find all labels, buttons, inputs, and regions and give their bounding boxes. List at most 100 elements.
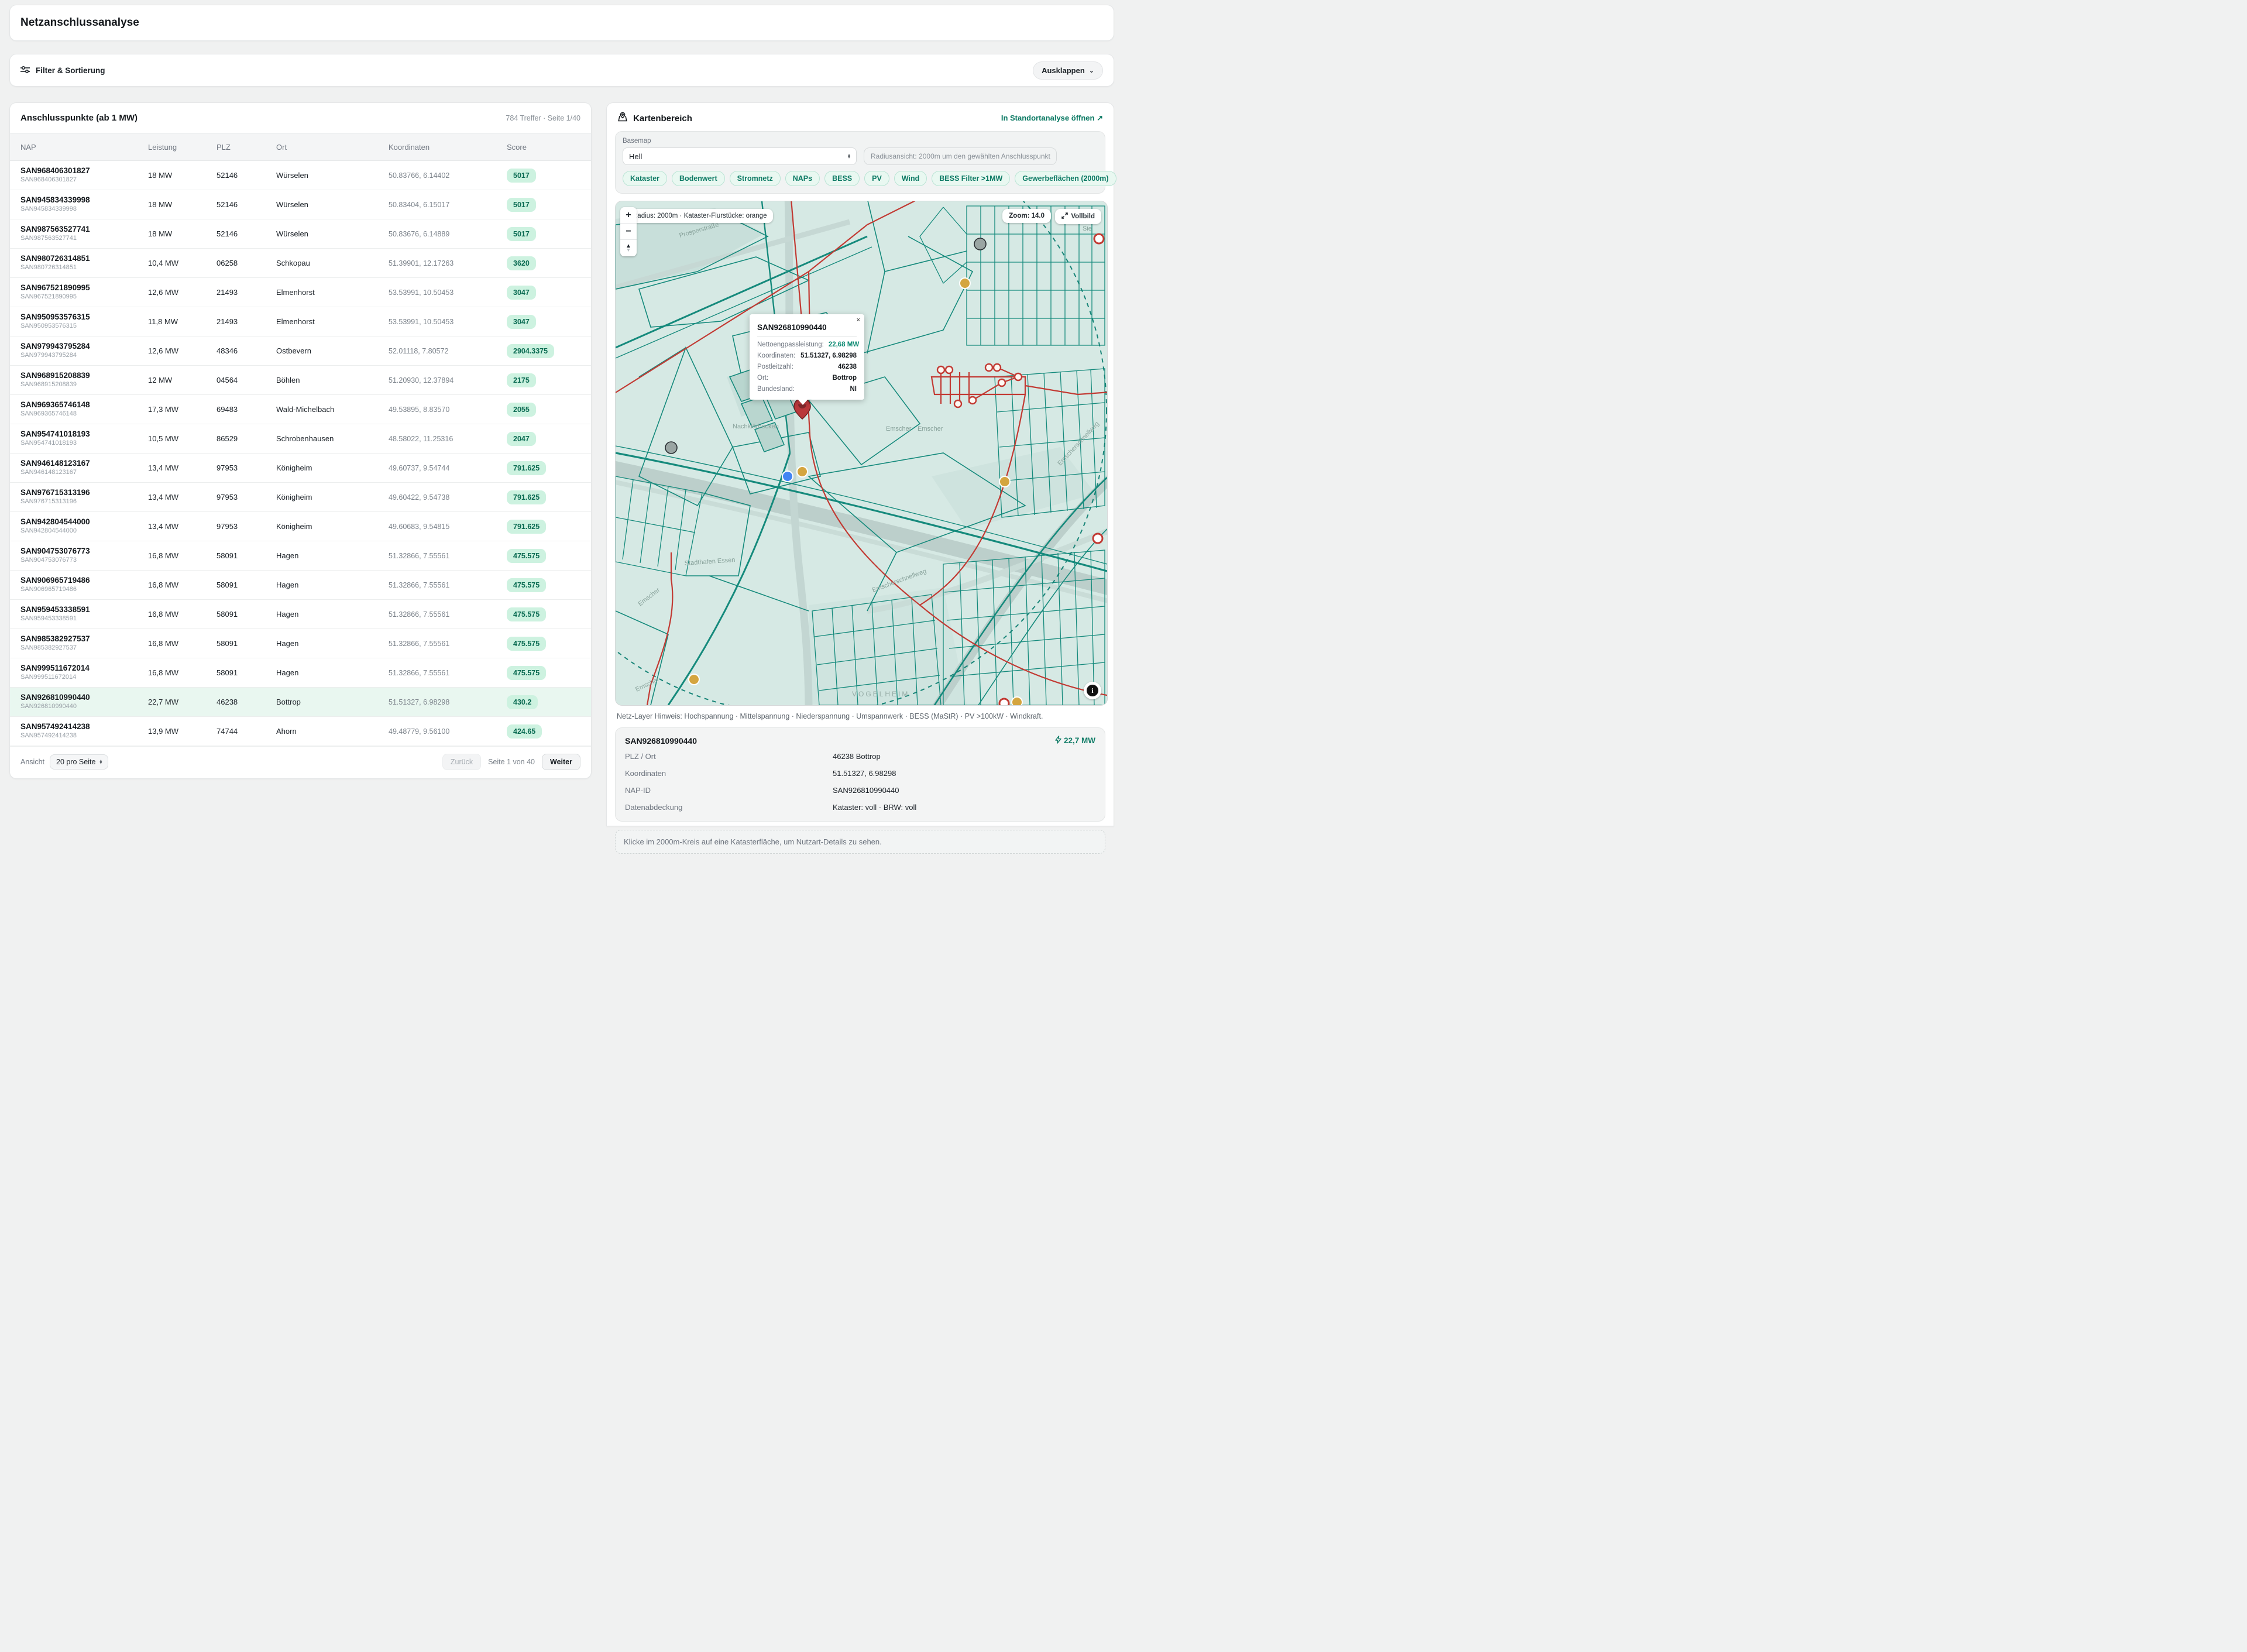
gray-marker[interactable] (665, 442, 677, 454)
table-row[interactable]: SAN926810990440 SAN926810990440 22,7 MW … (10, 688, 591, 717)
page-size-value: 20 pro Seite (56, 758, 95, 766)
nap-sub-id: SAN959453338591 (20, 615, 141, 623)
layer-chip[interactable]: Kataster (623, 171, 667, 186)
popup-row-value: NI (850, 386, 857, 393)
layer-chip[interactable]: Bodenwert (672, 171, 725, 186)
popup-row-label: Nettoengpassleistung: (757, 341, 824, 348)
ringed-marker[interactable] (1094, 234, 1104, 243)
expand-filters-button[interactable]: Ausklappen ⌄ (1033, 61, 1103, 80)
substation-marker[interactable] (985, 364, 992, 371)
basemap-label: Basemap (623, 138, 857, 145)
table-row[interactable]: SAN980726314851 SAN980726314851 10,4 MW … (10, 249, 591, 278)
nap-sub-id: SAN906965719486 (20, 586, 141, 594)
table-row[interactable]: SAN945834339998 SAN945834339998 18 MW 52… (10, 190, 591, 219)
table-row[interactable]: SAN968915208839 SAN968915208839 12 MW 04… (10, 366, 591, 395)
col-score[interactable]: Score (503, 143, 591, 152)
layer-chip[interactable]: Stromnetz (730, 171, 781, 186)
table-row[interactable]: SAN985382927537 SAN985382927537 16,8 MW … (10, 629, 591, 658)
map-compass-button[interactable]: ▲▼ (620, 240, 637, 256)
layer-chip[interactable]: BESS Filter >1MW (932, 171, 1010, 186)
map-attribution-button[interactable]: i (1084, 682, 1101, 699)
next-page-button[interactable]: Weiter (542, 754, 580, 770)
layer-chip[interactable]: BESS (824, 171, 860, 186)
leistung-cell: 16,8 MW (145, 668, 213, 677)
table-row[interactable]: SAN906965719486 SAN906965719486 16,8 MW … (10, 571, 591, 600)
score-badge: 475.575 (507, 607, 546, 621)
map-canvas[interactable]: ProsperstraßeSieNachklärbeckenEmscherEms… (616, 201, 1107, 705)
table-row[interactable]: SAN959453338591 SAN959453338591 16,8 MW … (10, 600, 591, 629)
map[interactable]: ProsperstraßeSieNachklärbeckenEmscherEms… (615, 201, 1108, 706)
layer-chip[interactable]: PV (864, 171, 889, 186)
ort-cell: Würselen (273, 200, 385, 209)
map-zoom-out-button[interactable]: − (620, 224, 637, 240)
substation-marker[interactable] (998, 379, 1005, 386)
table-row[interactable]: SAN954741018193 SAN954741018193 10,5 MW … (10, 424, 591, 454)
ort-cell: Hagen (273, 581, 385, 589)
table-row[interactable]: SAN979943795284 SAN979943795284 12,6 MW … (10, 336, 591, 366)
table-row[interactable]: SAN976715313196 SAN976715313196 13,4 MW … (10, 483, 591, 512)
layer-chip[interactable]: Gewerbeflächen (2000m) (1015, 171, 1116, 186)
anschlusspunkte-panel: Anschlusspunkte (ab 1 MW) 784 Treffer · … (9, 102, 592, 779)
yellow-marker[interactable] (797, 466, 808, 477)
ringed-marker[interactable] (999, 699, 1009, 705)
substation-marker[interactable] (937, 366, 944, 373)
table-row[interactable]: SAN942804544000 SAN942804544000 13,4 MW … (10, 512, 591, 541)
lightning-icon (1055, 736, 1061, 746)
fullscreen-button[interactable]: Vollbild (1055, 209, 1101, 224)
table-row[interactable]: SAN967521890995 SAN967521890995 12,6 MW … (10, 278, 591, 307)
substation-marker[interactable] (994, 364, 1001, 371)
gray-marker[interactable] (974, 238, 986, 250)
leistung-cell: 13,4 MW (145, 463, 213, 472)
yellow-marker[interactable] (689, 674, 699, 685)
prev-page-button[interactable]: Zurück (442, 754, 481, 770)
yellow-marker[interactable] (1012, 697, 1022, 705)
score-cell: 3620 (503, 256, 591, 270)
table-row[interactable]: SAN968406301827 SAN968406301827 18 MW 52… (10, 161, 591, 190)
popup-row-value: 22,68 MW (829, 341, 859, 348)
score-badge: 2904.3375 (507, 344, 554, 358)
blue-marker[interactable] (782, 471, 793, 482)
col-leistung[interactable]: Leistung (145, 143, 213, 152)
popup-close-icon[interactable]: × (857, 317, 860, 324)
leistung-cell: 18 MW (145, 229, 213, 238)
col-ort[interactable]: Ort (273, 143, 385, 152)
layer-chip[interactable]: Wind (894, 171, 927, 186)
table-row[interactable]: SAN999511672014 SAN999511672014 16,8 MW … (10, 658, 591, 688)
yellow-marker[interactable] (999, 476, 1010, 487)
table-row[interactable]: SAN904753076773 SAN904753076773 16,8 MW … (10, 541, 591, 571)
table-row[interactable]: SAN946148123167 SAN946148123167 13,4 MW … (10, 454, 591, 483)
table-row[interactable]: SAN987563527741 SAN987563527741 18 MW 52… (10, 219, 591, 249)
table-row[interactable]: SAN969365746148 SAN969365746148 17,3 MW … (10, 395, 591, 424)
substation-marker[interactable] (969, 397, 976, 404)
popup-row: Nettoengpassleistung: 22,68 MW (757, 341, 857, 348)
map-zoom-in-button[interactable]: + (620, 207, 637, 224)
col-nap[interactable]: NAP (10, 143, 145, 152)
popup-row-label: Postleitzahl: (757, 363, 793, 370)
substation-marker[interactable] (954, 400, 961, 407)
map-place-label: Sie (1083, 225, 1092, 232)
score-cell: 3047 (503, 286, 591, 300)
radius-input[interactable]: Radiusansicht: 2000m um den gewählten An… (864, 147, 1057, 165)
ringed-marker[interactable] (1093, 534, 1102, 543)
nap-id: SAN987563527741 (20, 225, 141, 235)
layer-chips: Kataster Bodenwert Stromnetz NAPs BESS PV Wind… (623, 171, 1098, 186)
open-standortanalyse-link[interactable]: In Standortanalyse öffnen ↗ (1001, 114, 1103, 123)
layer-chip[interactable]: NAPs (785, 171, 820, 186)
plz-cell: 21493 (213, 317, 273, 326)
leistung-cell: 12,6 MW (145, 288, 213, 297)
filter-label: Filter & Sortierung (36, 66, 105, 75)
nap-sub-id: SAN946148123167 (20, 469, 141, 477)
page-size-select[interactable]: 20 pro Seite ▴▾ (50, 754, 108, 770)
table-row[interactable]: SAN957492414238 SAN957492414238 13,9 MW … (10, 717, 591, 746)
col-koordinaten[interactable]: Koordinaten (385, 143, 503, 152)
nap-id: SAN942804544000 (20, 517, 141, 527)
score-cell: 791.625 (503, 520, 591, 534)
basemap-select[interactable]: Hell ▴▾ (623, 147, 857, 165)
filter-toggle[interactable]: Filter & Sortierung (20, 66, 105, 75)
table-row[interactable]: SAN950953576315 SAN950953576315 11,8 MW … (10, 307, 591, 336)
substation-marker[interactable] (946, 366, 953, 373)
yellow-marker[interactable] (960, 278, 970, 289)
col-plz[interactable]: PLZ (213, 143, 273, 152)
ort-cell: Hagen (273, 551, 385, 560)
substation-marker[interactable] (1015, 373, 1022, 380)
